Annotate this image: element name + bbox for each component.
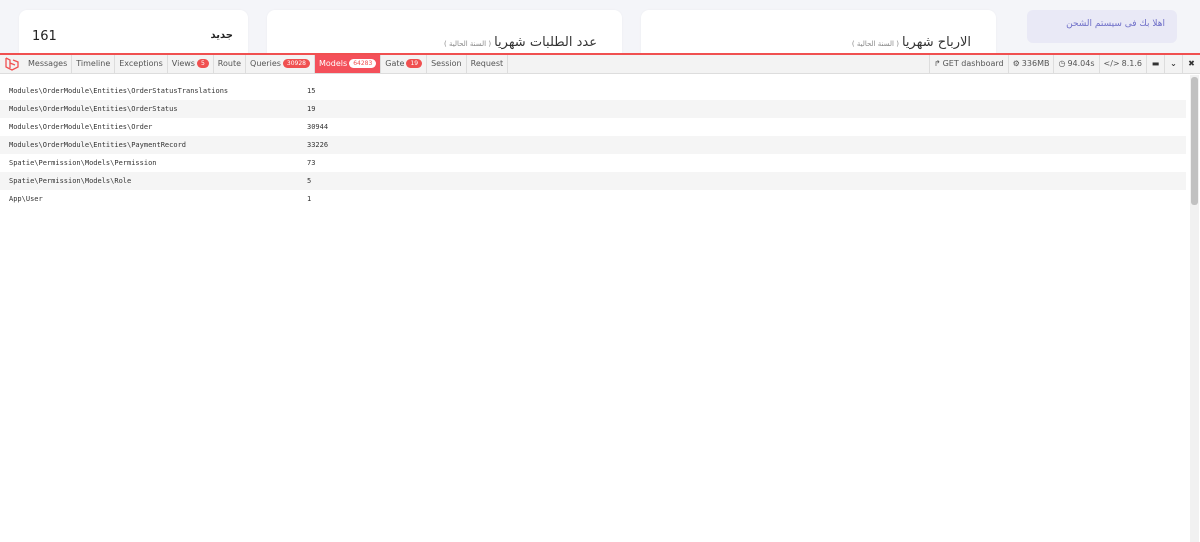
cogs-icon: ⚙: [1012, 59, 1020, 68]
share-icon: ↱: [933, 59, 941, 68]
monthly-profit-subtitle: ( السنة الحالية ): [851, 40, 899, 48]
close-button[interactable]: ✖: [1182, 55, 1200, 73]
new-orders-value: 161: [32, 29, 57, 44]
model-count: 19: [307, 105, 316, 113]
welcome-banner: اهلا بك فى سيستم الشحن: [1027, 10, 1177, 43]
code-icon: </>: [1103, 59, 1120, 68]
model-name: Spatie\Permission\Models\Permission: [9, 159, 157, 167]
tab-timeline[interactable]: Timeline: [72, 55, 116, 73]
tab-models[interactable]: Models 64283: [315, 55, 382, 73]
close-icon: ✖: [1188, 59, 1195, 68]
tab-exceptions[interactable]: Exceptions: [115, 55, 168, 73]
model-count: 30944: [307, 123, 329, 131]
page: جديد 161 عدد الطلبات شهريا( السنة الحالي…: [0, 0, 1200, 542]
php-version-info: </> 8.1.6: [1098, 55, 1146, 73]
model-name: App\User: [9, 195, 43, 203]
tab-route[interactable]: Route: [214, 55, 247, 73]
tab-session[interactable]: Session: [427, 55, 467, 73]
model-count: 5: [307, 177, 312, 185]
chevron-down-icon: ⌄: [1170, 59, 1177, 68]
list-item: Modules\OrderModule\Entities\OrderStatus…: [0, 82, 1186, 100]
model-name: Spatie\Permission\Models\Role: [9, 177, 132, 185]
list-item: Modules\OrderModule\Entities\OrderStatus…: [0, 100, 1186, 118]
debugbar: Messages Timeline Exceptions Views 5 Rout…: [0, 53, 1200, 542]
models-badge: 64283: [349, 59, 377, 68]
gate-badge: 19: [406, 59, 423, 68]
memory-info: ⚙ 336MB: [1007, 55, 1054, 73]
minimize-button[interactable]: ⌄: [1164, 55, 1182, 73]
model-count: 15: [307, 87, 316, 95]
debugbar-info: ↱ GET dashboard ⚙ 336MB ◷ 94.04s </> 8.1.6 ▬…: [928, 55, 1200, 73]
monthly-profit-title: الارباح شهريا: [901, 35, 971, 50]
tab-gate[interactable]: Gate 19: [381, 55, 428, 73]
monthly-orders-title: عدد الطلبات شهريا: [494, 35, 597, 50]
folder-icon: ▬: [1151, 59, 1160, 68]
model-count: 73: [307, 159, 316, 167]
model-count: 1: [307, 195, 312, 203]
list-item: Modules\OrderModule\Entities\Order 30944: [0, 118, 1186, 136]
dashboard-header: جديد 161 عدد الطلبات شهريا( السنة الحالي…: [0, 0, 1200, 60]
scrollbar-thumb[interactable]: [1191, 77, 1198, 205]
debugbar-header: Messages Timeline Exceptions Views 5 Rout…: [0, 55, 1200, 74]
scrollbar[interactable]: [1190, 75, 1199, 542]
clock-icon: ◷: [1058, 59, 1066, 68]
list-item: Spatie\Permission\Models\Role 5: [0, 172, 1186, 190]
debugbar-tabs: Messages Timeline Exceptions Views 5 Rout…: [24, 55, 509, 73]
model-count: 33226: [307, 141, 329, 149]
queries-badge: 30928: [282, 59, 310, 68]
model-name: Modules\OrderModule\Entities\PaymentReco…: [9, 141, 187, 149]
open-folder-button[interactable]: ▬: [1146, 55, 1164, 73]
model-name: Modules\OrderModule\Entities\OrderStatus: [9, 105, 178, 113]
model-name: Modules\OrderModule\Entities\OrderStatus…: [9, 87, 229, 95]
views-badge: 5: [196, 59, 209, 68]
time-info: ◷ 94.04s: [1053, 55, 1098, 73]
tab-views[interactable]: Views 5: [168, 55, 214, 73]
laravel-logo-icon[interactable]: [3, 56, 21, 72]
list-item: Spatie\Permission\Models\Permission 73: [0, 154, 1186, 172]
tab-queries[interactable]: Queries 30928: [246, 55, 315, 73]
monthly-orders-subtitle: ( السنة الحالية ): [444, 40, 492, 48]
tab-request[interactable]: Request: [467, 55, 509, 73]
new-orders-label: جديد: [210, 30, 233, 41]
list-item: Modules\OrderModule\Entities\PaymentReco…: [0, 136, 1186, 154]
models-list: Modules\OrderModule\Entities\OrderStatus…: [0, 82, 1186, 208]
list-item: App\User 1: [0, 190, 1186, 208]
route-info[interactable]: ↱ GET dashboard: [928, 55, 1008, 73]
model-name: Modules\OrderModule\Entities\Order: [9, 123, 153, 131]
tab-messages[interactable]: Messages: [24, 55, 73, 73]
